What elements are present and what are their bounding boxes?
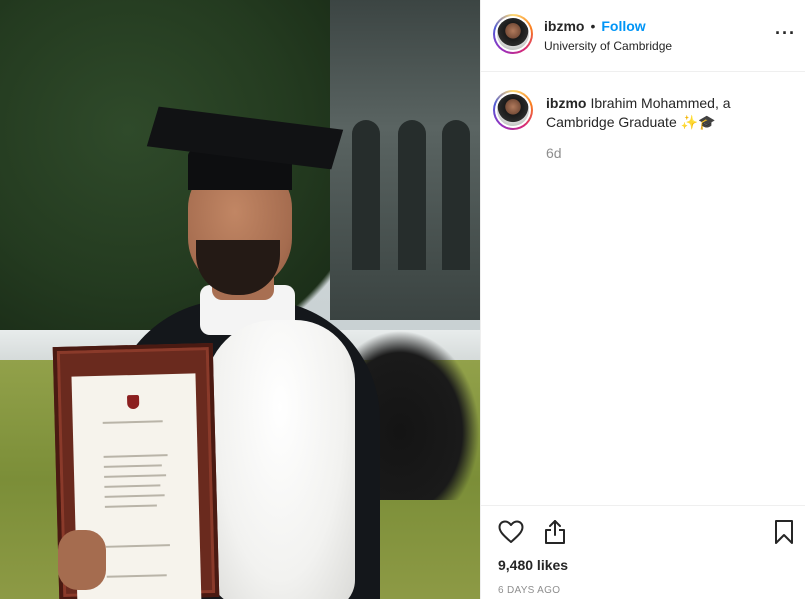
header-separator: • <box>590 18 596 34</box>
diploma-line <box>102 420 163 424</box>
avatar-image <box>497 18 529 50</box>
caption-avatar[interactable] <box>493 90 533 130</box>
chapel-window <box>442 120 470 270</box>
chapel-window <box>398 120 426 270</box>
header-username[interactable]: ibzmo <box>544 18 584 34</box>
diploma-line <box>104 474 167 478</box>
avatar-inner <box>495 92 531 128</box>
caption-time[interactable]: 6d <box>546 145 562 161</box>
post-date[interactable]: 6 DAYS AGO <box>498 585 560 596</box>
heart-icon[interactable] <box>497 518 525 546</box>
fur-hood <box>205 320 355 599</box>
follow-button[interactable]: Follow <box>601 18 645 34</box>
diploma-line <box>104 504 157 508</box>
diploma-line <box>104 484 161 488</box>
diploma-line <box>103 464 162 468</box>
avatar-inner <box>495 16 531 52</box>
actions-area: 9,480 likes 6 DAYS AGO <box>481 505 805 599</box>
university-crest <box>126 394 140 410</box>
post-side-panel: ibzmo • Follow University of Cambridge ·… <box>480 0 805 599</box>
like-count[interactable]: 9,480 likes <box>498 557 568 573</box>
chapel-window <box>352 120 380 270</box>
photo-chapel <box>330 0 480 320</box>
avatar[interactable] <box>493 14 533 54</box>
diploma-line <box>105 544 170 548</box>
caption-username[interactable]: ibzmo <box>546 95 586 111</box>
avatar-image <box>497 94 529 126</box>
share-icon[interactable] <box>541 518 569 546</box>
diploma-line <box>104 494 165 498</box>
diploma-line <box>103 454 168 458</box>
location-link[interactable]: University of Cambridge <box>544 39 672 53</box>
bookmark-icon[interactable] <box>770 518 798 546</box>
post-photo[interactable] <box>0 0 480 599</box>
post-header: ibzmo • Follow University of Cambridge ·… <box>481 0 805 72</box>
post-container: ibzmo • Follow University of Cambridge ·… <box>0 0 805 599</box>
graduate-hand <box>58 530 106 590</box>
caption-text: ibzmo Ibrahim Mohammed, a Cambridge Gradu… <box>546 94 796 132</box>
diploma-line <box>106 574 167 578</box>
header-name-row: ibzmo • Follow <box>544 18 646 34</box>
more-options-icon[interactable]: ··· <box>775 24 796 42</box>
